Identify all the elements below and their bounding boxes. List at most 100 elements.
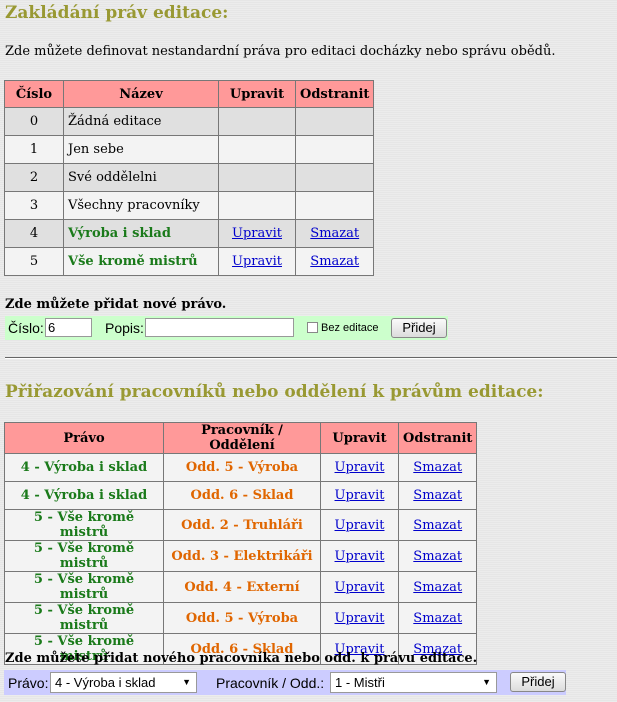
col-delete: Odstranit bbox=[296, 81, 374, 107]
row-delete-empty bbox=[296, 192, 374, 219]
edit-link[interactable]: Upravit bbox=[232, 226, 282, 241]
row-number: 3 bbox=[5, 192, 63, 219]
intro-text: Zde můžete definovat nestandardní práva … bbox=[5, 44, 556, 59]
row-target: Odd. 3 - Elektrikáři bbox=[164, 541, 320, 571]
row-number: 1 bbox=[5, 136, 63, 163]
target-label: Pracovník / Odd.: bbox=[216, 675, 325, 691]
row-delete-empty bbox=[296, 136, 374, 163]
add-assignment-button[interactable]: Přidej bbox=[510, 672, 566, 692]
edit-link[interactable]: Upravit bbox=[335, 460, 385, 475]
row-target: Odd. 6 - Sklad bbox=[164, 482, 320, 509]
col-name: Název bbox=[64, 81, 218, 107]
row-right: 5 - Vše kromě mistrů bbox=[5, 572, 163, 602]
table-row: 5 Vše kromě mistrů Upravit Smazat bbox=[5, 248, 374, 275]
delete-link[interactable]: Smazat bbox=[413, 518, 462, 533]
col-right: Právo bbox=[5, 423, 163, 453]
section-title-assign: Přiřazování pracovníků nebo oddělení k p… bbox=[5, 382, 544, 402]
row-edit-cell: Upravit bbox=[321, 572, 398, 602]
table-row: 5 - Vše kromě mistrů Odd. 2 - Truhláři U… bbox=[5, 510, 477, 540]
row-right: 5 - Vše kromě mistrů bbox=[5, 603, 163, 633]
row-number: 4 bbox=[5, 220, 63, 247]
add-right-title: Zde můžete přidat nové právo. bbox=[5, 297, 227, 312]
delete-link[interactable]: Smazat bbox=[413, 460, 462, 475]
table-row: 4 Výroba i sklad Upravit Smazat bbox=[5, 220, 374, 247]
edit-link[interactable]: Upravit bbox=[232, 254, 282, 269]
row-right: 5 - Vše kromě mistrů bbox=[5, 510, 163, 540]
assignments-table: Právo Pracovník / Oddělení Upravit Odstr… bbox=[4, 422, 478, 665]
row-number: 0 bbox=[5, 108, 63, 135]
row-delete-cell: Smazat bbox=[399, 541, 477, 571]
delete-link[interactable]: Smazat bbox=[413, 580, 462, 595]
target-select[interactable]: 1 - Mistři ▼ bbox=[330, 672, 497, 693]
add-right-button[interactable]: Přidej bbox=[391, 318, 447, 338]
chevron-down-icon: ▼ bbox=[182, 677, 191, 687]
table-row: 0 Žádná editace bbox=[5, 108, 374, 135]
row-delete-cell: Smazat bbox=[399, 454, 477, 481]
table-row: 4 - Výroba i sklad Odd. 6 - Sklad Upravi… bbox=[5, 482, 477, 509]
chevron-down-icon: ▼ bbox=[482, 677, 491, 687]
no-edit-label: Bez editace bbox=[321, 322, 379, 334]
row-edit-empty bbox=[219, 136, 295, 163]
add-right-form: Číslo: Popis: Bez editace Přidej bbox=[5, 316, 448, 340]
col-delete: Odstranit bbox=[399, 423, 477, 453]
no-edit-checkbox[interactable] bbox=[307, 322, 318, 333]
table-row: 5 - Vše kromě mistrů Odd. 4 - Externí Up… bbox=[5, 572, 477, 602]
row-delete-cell: Smazat bbox=[399, 482, 477, 509]
row-target: Odd. 5 - Výroba bbox=[164, 603, 320, 633]
col-edit: Upravit bbox=[219, 81, 295, 107]
row-right: 4 - Výroba i sklad bbox=[5, 482, 163, 509]
row-delete-cell: Smazat bbox=[399, 603, 477, 633]
row-edit-empty bbox=[219, 108, 295, 135]
edit-link[interactable]: Upravit bbox=[335, 518, 385, 533]
delete-link[interactable]: Smazat bbox=[413, 549, 462, 564]
table-row: 1 Jen sebe bbox=[5, 136, 374, 163]
col-edit: Upravit bbox=[321, 423, 398, 453]
edit-link[interactable]: Upravit bbox=[335, 611, 385, 626]
section-title-rights: Zakládání práv editace: bbox=[5, 3, 229, 23]
delete-link[interactable]: Smazat bbox=[310, 254, 359, 269]
row-delete-cell: Smazat bbox=[296, 248, 374, 275]
row-edit-cell: Upravit bbox=[219, 248, 295, 275]
row-delete-cell: Smazat bbox=[296, 220, 374, 247]
table-row: 4 - Výroba i sklad Odd. 5 - Výroba Uprav… bbox=[5, 454, 477, 481]
number-input[interactable] bbox=[45, 318, 92, 337]
edit-link[interactable]: Upravit bbox=[335, 580, 385, 595]
row-name: Všechny pracovníky bbox=[64, 192, 218, 219]
right-label: Právo: bbox=[8, 675, 49, 691]
row-name: Jen sebe bbox=[64, 136, 218, 163]
row-edit-cell: Upravit bbox=[321, 541, 398, 571]
description-input[interactable] bbox=[145, 318, 294, 337]
table-row: 2 Své oddělelni bbox=[5, 164, 374, 191]
target-select-value: 1 - Mistři bbox=[335, 675, 385, 690]
row-number: 5 bbox=[5, 248, 63, 275]
delete-link[interactable]: Smazat bbox=[310, 226, 359, 241]
delete-link[interactable]: Smazat bbox=[413, 488, 462, 503]
add-assignment-form: Právo: 4 - Výroba i sklad ▼ Pracovník / … bbox=[4, 670, 566, 695]
row-edit-cell: Upravit bbox=[321, 510, 398, 540]
table-row: 5 - Vše kromě mistrů Odd. 3 - Elektrikář… bbox=[5, 541, 477, 571]
row-right: 4 - Výroba i sklad bbox=[5, 454, 163, 481]
number-label: Číslo: bbox=[8, 320, 44, 336]
edit-link[interactable]: Upravit bbox=[335, 488, 385, 503]
row-edit-cell: Upravit bbox=[321, 603, 398, 633]
row-edit-cell: Upravit bbox=[321, 482, 398, 509]
right-select[interactable]: 4 - Výroba i sklad ▼ bbox=[50, 672, 197, 693]
row-target: Odd. 5 - Výroba bbox=[164, 454, 320, 481]
delete-link[interactable]: Smazat bbox=[413, 611, 462, 626]
row-target: Odd. 4 - Externí bbox=[164, 572, 320, 602]
row-name: Své oddělelni bbox=[64, 164, 218, 191]
table-row: 5 - Vše kromě mistrů Odd. 5 - Výroba Upr… bbox=[5, 603, 477, 633]
row-number: 2 bbox=[5, 164, 63, 191]
rights-table: Číslo Název Upravit Odstranit 0 Žádná ed… bbox=[4, 80, 375, 276]
row-edit-cell: Upravit bbox=[321, 454, 398, 481]
row-delete-cell: Smazat bbox=[399, 510, 477, 540]
table-row: 3 Všechny pracovníky bbox=[5, 192, 374, 219]
description-label: Popis: bbox=[105, 320, 144, 336]
row-edit-empty bbox=[219, 164, 295, 191]
col-target: Pracovník / Oddělení bbox=[164, 423, 320, 453]
row-right: 5 - Vše kromě mistrů bbox=[5, 541, 163, 571]
divider bbox=[5, 357, 617, 359]
row-name: Žádná editace bbox=[64, 108, 218, 135]
row-edit-empty bbox=[219, 192, 295, 219]
edit-link[interactable]: Upravit bbox=[335, 549, 385, 564]
